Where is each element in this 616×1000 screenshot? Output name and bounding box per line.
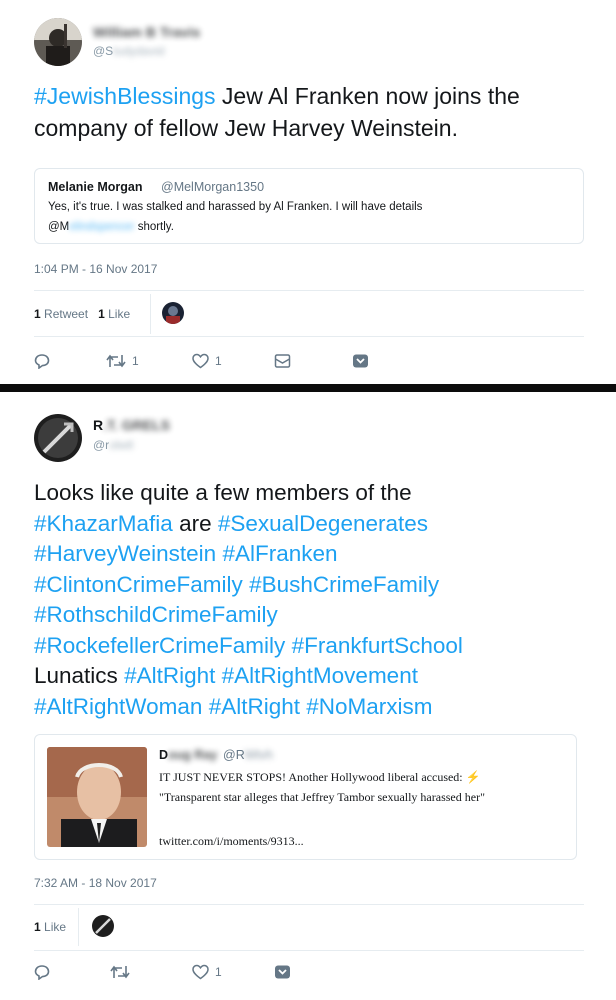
display-name[interactable]: William B Travis [93, 24, 200, 40]
screenshot-divider [0, 384, 616, 392]
quoted-thumbnail [47, 747, 147, 847]
quoted-handle: @MelMorgan1350 [161, 180, 265, 194]
envelope-icon [274, 354, 291, 368]
user-handle[interactable]: @Studydavid [93, 44, 165, 58]
chevron-down-icon [353, 354, 368, 368]
like-stat[interactable]: 1 Like [34, 920, 66, 934]
user-handle[interactable]: @rolwtl [93, 438, 133, 452]
hashtag-link[interactable]: #AltRight [124, 663, 215, 688]
action-bar: 1 [34, 960, 594, 984]
tweet-text: Looks like quite a few members of the #K… [34, 480, 463, 719]
hashtag-link[interactable]: #AltRightMovement [222, 663, 418, 688]
display-name[interactable]: R.T. GRELS [93, 417, 170, 433]
reply-button[interactable] [34, 349, 50, 373]
like-stat[interactable]: 1 Like [98, 307, 130, 321]
divider [34, 290, 584, 291]
reply-icon [34, 965, 50, 980]
heart-icon [192, 353, 209, 369]
engagement-stats: 1 Like [34, 920, 66, 934]
retweet-icon [110, 965, 130, 979]
quoted-handle: @RWtvh [223, 748, 273, 762]
hashtag-link[interactable]: #NoMarxism [306, 694, 432, 719]
hashtag-link[interactable]: #RothschildCrimeFamily [34, 602, 278, 627]
quoted-text: Yes, it's true. I was stalked and harass… [48, 201, 423, 233]
hashtag-link[interactable]: #FrankfurtSchool [292, 633, 463, 658]
divider [34, 904, 584, 905]
like-button[interactable]: 1 [192, 349, 222, 373]
tweet-card-1: William B Travis @Studydavid #JewishBles… [0, 0, 616, 384]
hashtag-link[interactable]: #ClintonCrimeFamily [34, 572, 243, 597]
timestamp[interactable]: 1:04 PM - 16 Nov 2017 [34, 262, 157, 276]
retweet-stat[interactable]: 1 Retweet [34, 307, 88, 321]
reply-icon [34, 354, 50, 369]
hashtag-link[interactable]: #RockefellerCrimeFamily [34, 633, 285, 658]
liker-avatar[interactable] [92, 915, 114, 937]
quoted-name: Melanie Morgan [48, 180, 143, 194]
quoted-tweet[interactable]: Melanie Morgan @MelMorgan1350 Yes, it's … [34, 168, 584, 244]
hashtag-link[interactable]: #AlFranken [222, 541, 337, 566]
tweet-text: #JewishBlessings Jew Al Franken now join… [34, 83, 520, 141]
more-options-button[interactable] [352, 349, 369, 373]
message-button[interactable] [274, 349, 291, 373]
retweet-button[interactable]: 1 [106, 349, 139, 373]
more-options-button[interactable] [274, 960, 291, 984]
reply-button[interactable] [34, 960, 50, 984]
retweet-icon [106, 354, 126, 368]
hashtag-link[interactable]: #KhazarMafia [34, 511, 173, 536]
timestamp[interactable]: 7:32 AM - 18 Nov 2017 [34, 876, 157, 890]
divider [150, 294, 151, 334]
quoted-text: IT JUST NEVER STOPS! Another Hollywood l… [159, 770, 485, 804]
like-button[interactable]: 1 [192, 960, 222, 984]
liker-avatar[interactable] [162, 302, 184, 324]
heart-icon [192, 964, 209, 980]
hashtag-link[interactable]: #SexualDegenerates [218, 511, 428, 536]
hashtag-link[interactable]: #AltRight [209, 694, 300, 719]
avatar[interactable] [34, 18, 82, 66]
divider [78, 908, 79, 946]
quoted-tweet[interactable]: Doug Ray @RWtvh IT JUST NEVER STOPS! Ano… [34, 734, 577, 860]
action-bar: 1 1 [34, 349, 594, 373]
hashtag-link[interactable]: #AltRightWoman [34, 694, 202, 719]
avatar[interactable] [34, 414, 82, 462]
chevron-down-icon [275, 965, 290, 979]
quoted-name: Doug Ray [159, 748, 218, 762]
divider [34, 336, 584, 337]
divider [34, 950, 584, 951]
quoted-mention[interactable]: @M [48, 221, 69, 233]
retweet-button[interactable] [110, 960, 130, 984]
hashtag-link[interactable]: #HarveyWeinstein [34, 541, 216, 566]
quoted-link[interactable]: twitter.com/i/moments/9313... [159, 831, 304, 851]
hashtag-link[interactable]: #BushCrimeFamily [249, 572, 439, 597]
hashtag-link[interactable]: #JewishBlessings [34, 83, 216, 109]
engagement-stats: 1 Retweet 1 Like [34, 307, 130, 321]
